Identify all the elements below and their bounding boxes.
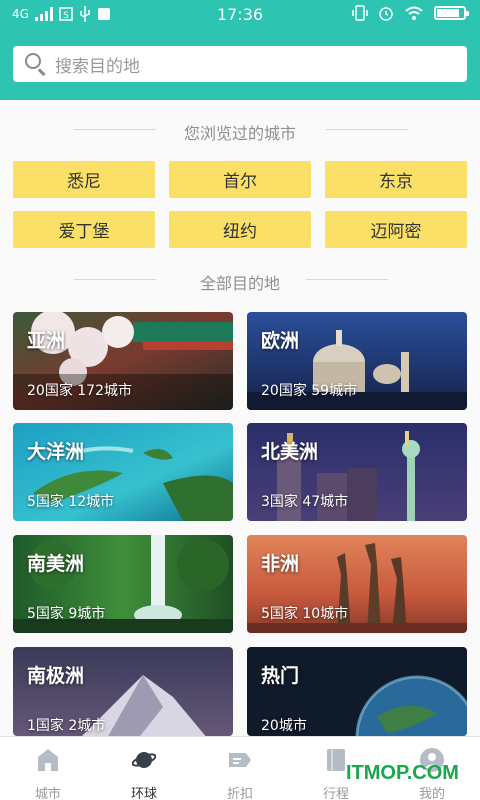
region-name: 欧洲 bbox=[261, 330, 300, 352]
divider bbox=[326, 129, 408, 130]
tab-label: 行程 bbox=[322, 787, 349, 800]
region-card-africa[interactable]: 非洲 5国家 10城市 bbox=[247, 535, 467, 633]
region-stats: 1国家 2城市 bbox=[27, 718, 106, 734]
region-name: 大洋洲 bbox=[27, 441, 85, 463]
status-bar: 4G S 17:36 bbox=[0, 0, 480, 30]
vibrate-icon bbox=[352, 5, 368, 21]
alarm-icon bbox=[379, 7, 393, 21]
tag-icon bbox=[229, 753, 251, 767]
tab-global[interactable]: 环球 bbox=[96, 737, 192, 800]
divider bbox=[74, 129, 156, 130]
region-name: 北美洲 bbox=[261, 441, 319, 463]
region-name: 亚洲 bbox=[27, 330, 66, 352]
region-name: 非洲 bbox=[261, 553, 300, 575]
region-name: 热门 bbox=[261, 665, 300, 687]
region-name: 南美洲 bbox=[27, 553, 85, 575]
tab-label: 折扣 bbox=[226, 787, 253, 800]
region-card-oceania[interactable]: 大洋洲 5国家 12城市 bbox=[13, 423, 233, 521]
region-card-europe[interactable]: 欧洲 20国家 59城市 bbox=[247, 312, 467, 410]
battery-icon bbox=[434, 6, 469, 20]
main-content[interactable]: 您浏览过的城市 悉尼 首尔 东京 爱丁堡 纽约 迈阿密 全部目的地 亚洲 20国… bbox=[0, 100, 480, 736]
search-icon bbox=[25, 53, 47, 76]
city-chip[interactable]: 悉尼 bbox=[13, 161, 155, 198]
all-section-header: 全部目的地 bbox=[0, 270, 480, 294]
region-stats: 20城市 bbox=[261, 718, 307, 734]
region-card-north-america[interactable]: 北美洲 3国家 47城市 bbox=[247, 423, 467, 521]
book-icon bbox=[327, 749, 345, 771]
region-stats: 5国家 12城市 bbox=[27, 494, 115, 510]
home-icon bbox=[38, 749, 58, 771]
watermark: ITMOP.COM bbox=[346, 762, 459, 784]
planet-icon bbox=[132, 752, 156, 768]
region-stats: 5国家 9城市 bbox=[27, 606, 106, 622]
city-chip[interactable]: 纽约 bbox=[169, 211, 311, 248]
tab-label: 城市 bbox=[34, 787, 61, 800]
search-placeholder: 搜索目的地 bbox=[55, 56, 140, 77]
tab-label: 我的 bbox=[418, 787, 445, 800]
divider bbox=[306, 279, 388, 280]
tab-discount[interactable]: 折扣 bbox=[192, 737, 288, 800]
region-name: 南极洲 bbox=[27, 665, 85, 687]
region-card-hot[interactable]: 热门 20城市 bbox=[247, 647, 467, 736]
region-stats: 20国家 59城市 bbox=[261, 383, 358, 399]
region-stats: 5国家 10城市 bbox=[261, 606, 349, 622]
city-chip[interactable]: 首尔 bbox=[169, 161, 311, 198]
recent-section-header: 您浏览过的城市 bbox=[0, 120, 480, 144]
search-input[interactable]: 搜索目的地 bbox=[13, 46, 467, 82]
region-card-south-america[interactable]: 南美洲 5国家 9城市 bbox=[13, 535, 233, 633]
header: 搜索目的地 bbox=[0, 30, 480, 100]
city-chip[interactable]: 迈阿密 bbox=[325, 211, 467, 248]
region-card-antarctica[interactable]: 南极洲 1国家 2城市 bbox=[13, 647, 233, 736]
divider bbox=[74, 279, 156, 280]
wifi-icon bbox=[405, 6, 423, 20]
city-chip[interactable]: 东京 bbox=[325, 161, 467, 198]
all-section-title: 全部目的地 bbox=[199, 274, 280, 293]
region-stats: 3国家 47城市 bbox=[261, 494, 349, 510]
recent-section-title: 您浏览过的城市 bbox=[183, 124, 296, 143]
status-right bbox=[352, 5, 469, 21]
region-stats: 20国家 172城市 bbox=[27, 383, 132, 399]
region-card-asia[interactable]: 亚洲 20国家 172城市 bbox=[13, 312, 233, 410]
city-chip[interactable]: 爱丁堡 bbox=[13, 211, 155, 248]
tab-city[interactable]: 城市 bbox=[0, 737, 96, 800]
tab-label: 环球 bbox=[130, 787, 157, 800]
